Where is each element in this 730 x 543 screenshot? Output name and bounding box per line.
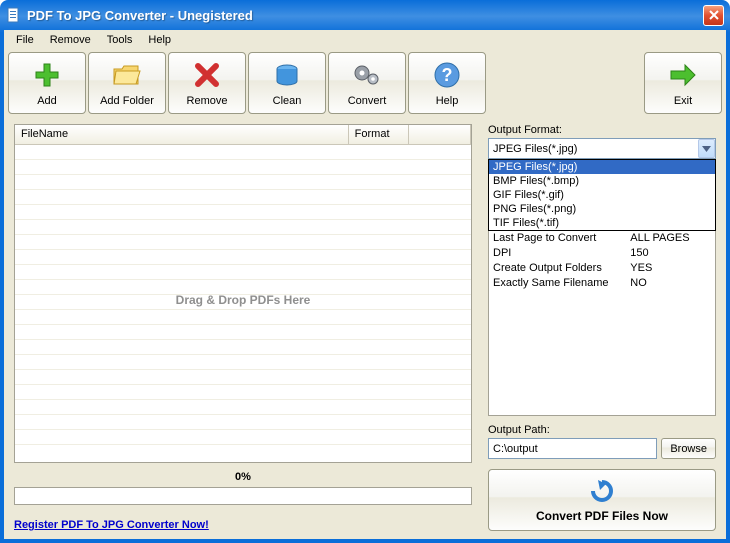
window-title: PDF To JPG Converter - Unegistered [27,8,703,23]
progress-label: 0% [14,471,472,483]
setting-val: YES [630,262,711,277]
menu-file[interactable]: File [8,32,42,48]
file-list-header: FileName Format [15,125,471,145]
convert-now-label: Convert PDF Files Now [536,509,668,523]
clean-button[interactable]: Clean [248,52,326,114]
arrow-right-icon [667,59,699,91]
setting-row: Exactly Same Filename NO [489,277,715,292]
exit-button-label: Exit [674,95,692,107]
output-path-label: Output Path: [488,424,716,436]
col-spacer [409,125,471,144]
browse-button[interactable]: Browse [661,438,716,459]
help-button[interactable]: ? Help [408,52,486,114]
format-option-jpeg[interactable]: JPEG Files(*.jpg) [489,160,715,174]
help-icon: ? [431,59,463,91]
chevron-down-icon[interactable] [698,139,715,158]
exit-button[interactable]: Exit [644,52,722,114]
setting-val: ALL PAGES [630,232,711,247]
setting-key: Last Page to Convert [493,232,630,247]
clean-button-label: Clean [273,95,302,107]
add-button[interactable]: Add [8,52,86,114]
format-option-tif[interactable]: TIF Files(*.tif) [489,216,715,230]
clean-icon [271,59,303,91]
setting-val: NO [630,277,711,292]
col-format[interactable]: Format [349,125,409,144]
file-list[interactable]: FileName Format Drag & Drop PDFs Here [14,124,472,463]
setting-row: Create Output Folders YES [489,262,715,277]
output-format-value: JPEG Files(*.jpg) [493,143,577,155]
gears-icon [351,59,383,91]
app-icon [6,7,22,23]
convert-button-label: Convert [348,95,387,107]
progress-bar [14,487,472,505]
menubar: File Remove Tools Help [4,30,726,50]
format-option-png[interactable]: PNG Files(*.png) [489,202,715,216]
menu-help[interactable]: Help [140,32,179,48]
x-icon [191,59,223,91]
output-format-combo[interactable]: JPEG Files(*.jpg) JPEG Files(*.jpg) BMP … [488,138,716,159]
help-button-label: Help [436,95,459,107]
toolbar: Add Add Folder Remove Clean [4,50,726,114]
remove-button-label: Remove [187,95,228,107]
output-path-input[interactable] [488,438,657,459]
setting-key: Create Output Folders [493,262,630,277]
setting-row: Last Page to Convert ALL PAGES [489,232,715,247]
drop-hint: Drag & Drop PDFs Here [176,293,311,307]
svg-text:?: ? [442,65,453,85]
menu-remove[interactable]: Remove [42,32,99,48]
register-link[interactable]: Register PDF To JPG Converter Now! [14,519,209,531]
col-filename[interactable]: FileName [15,125,349,144]
setting-key: DPI [493,247,630,262]
refresh-icon [588,478,616,507]
close-button[interactable] [703,5,724,26]
add-button-label: Add [37,95,57,107]
plus-icon [31,59,63,91]
output-format-label: Output Format: [488,124,716,136]
setting-key: Exactly Same Filename [493,277,630,292]
menu-tools[interactable]: Tools [99,32,141,48]
setting-val: 150 [630,247,711,262]
add-folder-button-label: Add Folder [100,95,154,107]
convert-button[interactable]: Convert [328,52,406,114]
titlebar[interactable]: PDF To JPG Converter - Unegistered [0,0,730,30]
format-option-bmp[interactable]: BMP Files(*.bmp) [489,174,715,188]
format-option-gif[interactable]: GIF Files(*.gif) [489,188,715,202]
folder-icon [111,59,143,91]
add-folder-button[interactable]: Add Folder [88,52,166,114]
setting-row: DPI 150 [489,247,715,262]
window: PDF To JPG Converter - Unegistered File … [0,0,730,543]
convert-now-button[interactable]: Convert PDF Files Now [488,469,716,531]
client-area: File Remove Tools Help Add Add Folder [4,30,726,539]
output-format-dropdown: JPEG Files(*.jpg) BMP Files(*.bmp) GIF F… [488,159,716,231]
remove-button[interactable]: Remove [168,52,246,114]
